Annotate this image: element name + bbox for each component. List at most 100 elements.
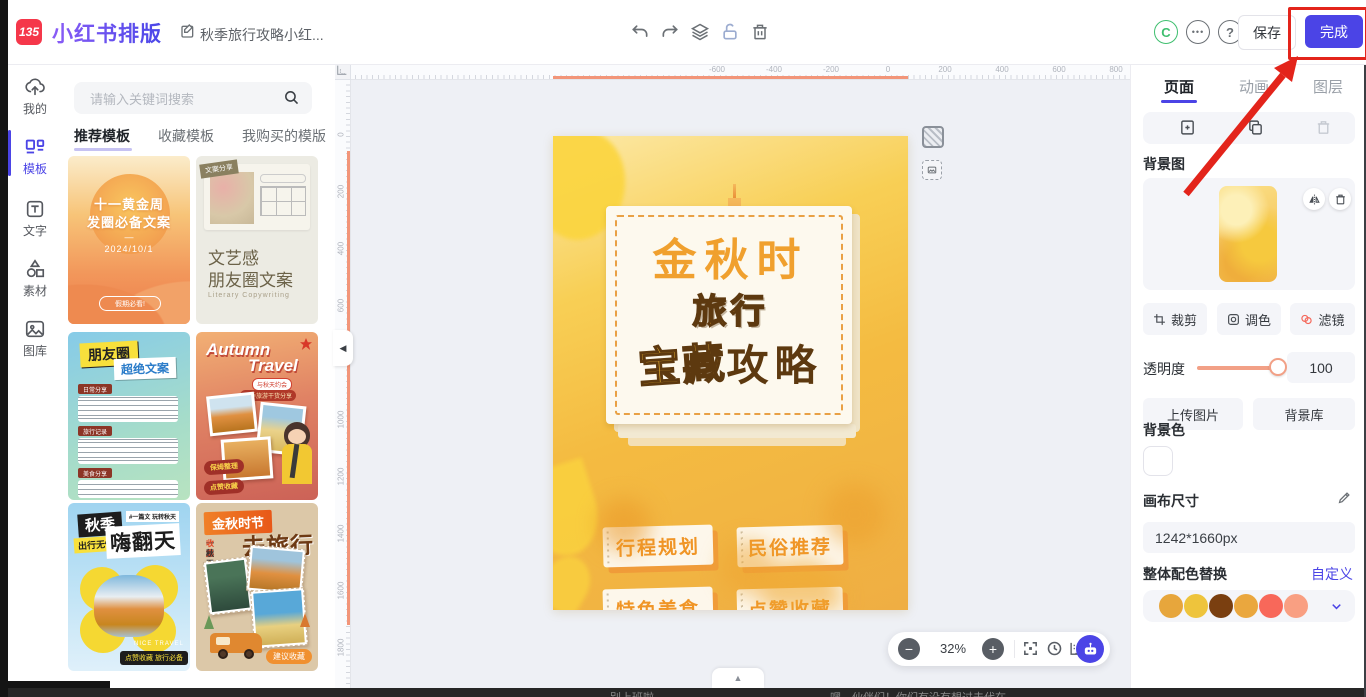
- template-icon: [24, 136, 46, 158]
- text-icon: [24, 198, 46, 220]
- palette-swatch[interactable]: [1234, 594, 1258, 618]
- palette-swatch[interactable]: [1184, 594, 1208, 618]
- crop-icon: [1153, 313, 1166, 326]
- poster-tag: 点赞收藏: [736, 587, 843, 610]
- delete-icon[interactable]: [750, 22, 770, 42]
- background-thumbnail[interactable]: [1219, 186, 1277, 282]
- ginkgo-leaf-graphic: [553, 457, 609, 564]
- sidebar-item-assets[interactable]: 素材: [8, 258, 62, 299]
- chevron-down-icon[interactable]: [1329, 599, 1344, 614]
- poster-title-line2: 旅行: [553, 284, 908, 333]
- poster-tag: 行程规划: [602, 525, 713, 568]
- template-library-panel: 推荐模板 收藏模板 我购买的模版 十一黄金周 发圈必备文案 — 2024/10/…: [62, 64, 336, 688]
- tab-animation[interactable]: 动画: [1239, 76, 1269, 97]
- background-library-button[interactable]: 背景库: [1253, 398, 1355, 430]
- ruler-corner-icon[interactable]: [335, 64, 351, 80]
- template-card-friends-copy[interactable]: 朋友圈 超绝文案 日常分享 旅行记录 美食分享: [68, 332, 190, 500]
- search-input[interactable]: [88, 82, 282, 116]
- ai-assistant-button[interactable]: [1076, 635, 1104, 663]
- template-card-autumn-travel[interactable]: Autumn Travel 与秋天约会 秋季旅游干货分享 保姆整理 点赞收藏: [196, 332, 318, 500]
- search-box[interactable]: [74, 82, 312, 114]
- sidebar-item-gallery[interactable]: 图库: [8, 318, 62, 359]
- background-image-panel: [1143, 178, 1355, 290]
- shapes-icon: [24, 258, 46, 280]
- jeep-illustration: [210, 633, 262, 653]
- document-title[interactable]: 秋季旅行攻略小红...: [200, 25, 324, 45]
- app-logo[interactable]: 135: [16, 19, 42, 45]
- filter-icon: [1300, 313, 1313, 326]
- canvas-area[interactable]: -600 -400 -200 0 200 400 600 800 1000 12…: [335, 64, 1130, 688]
- layers-icon[interactable]: [690, 22, 710, 42]
- crop-button[interactable]: 裁剪: [1143, 303, 1207, 335]
- template-card-go-travel[interactable]: 金秋时节 去旅行 一起收集秋天记忆 建议收藏: [196, 503, 318, 671]
- palette-swatch[interactable]: [1209, 594, 1233, 618]
- active-tab-underline: [1161, 100, 1197, 103]
- duplicate-page-icon[interactable]: [1247, 119, 1265, 137]
- palette-bar[interactable]: [1143, 590, 1355, 622]
- history-icon[interactable]: [1046, 640, 1063, 657]
- tab-layers[interactable]: 图层: [1313, 76, 1343, 97]
- canvas-size-label: 画布尺寸: [1143, 491, 1199, 511]
- pattern-fill-icon[interactable]: [922, 126, 944, 148]
- poster-tag: 民俗推荐: [736, 525, 843, 568]
- redo-icon[interactable]: [660, 22, 680, 42]
- tab-favorite-templates[interactable]: 收藏模板: [158, 126, 214, 146]
- template-card-literary[interactable]: 文案分享 文艺感 朋友圈文案 Literary Copywriting: [196, 156, 318, 324]
- tab-page[interactable]: 页面: [1164, 76, 1194, 97]
- poster-page[interactable]: 金秋时 旅行 宝藏攻略 行程规划 民俗推荐 特色美食 点赞收藏: [553, 136, 908, 610]
- top-bar: 135 小红书排版 秋季旅行攻略小红... C ••• ? 保存 完成: [8, 0, 1366, 65]
- highlight-rectangle: [1288, 7, 1366, 60]
- text-block: [78, 438, 178, 464]
- palette-swatch[interactable]: [1284, 594, 1308, 618]
- collapse-panel-button[interactable]: ◀: [333, 330, 353, 366]
- horizontal-ruler: -600 -400 -200 0 200 400 600 800 1000 12…: [335, 64, 1130, 80]
- delete-page-icon[interactable]: [1315, 119, 1333, 137]
- select-image-icon[interactable]: [922, 160, 942, 180]
- edit-doc-title-icon[interactable]: [180, 23, 196, 39]
- poster-title-line3: 宝藏攻略: [553, 332, 908, 393]
- tab-purchased-templates[interactable]: 我购买的模版: [242, 126, 326, 146]
- lock-icon[interactable]: [720, 22, 740, 42]
- sidebar-item-mine[interactable]: 我的: [8, 76, 62, 117]
- tree-graphic: [204, 615, 214, 629]
- zoom-level[interactable]: 32%: [928, 641, 978, 656]
- template-card-golden-week[interactable]: 十一黄金周 发圈必备文案 — 2024/10/1 假期必看!: [68, 156, 190, 324]
- opacity-value[interactable]: 100: [1287, 352, 1355, 383]
- sidebar-item-text[interactable]: 文字: [8, 198, 62, 239]
- background-color-label: 背景色: [1143, 420, 1185, 440]
- zoom-out-button[interactable]: −: [898, 638, 920, 660]
- flip-horizontal-icon[interactable]: [1303, 188, 1325, 210]
- search-icon[interactable]: [283, 89, 300, 106]
- opacity-slider[interactable]: [1197, 366, 1277, 370]
- edit-canvas-size-icon[interactable]: [1337, 490, 1352, 505]
- app-title: 小红书排版: [52, 18, 162, 48]
- remove-background-icon[interactable]: [1329, 188, 1351, 210]
- opacity-slider-knob[interactable]: [1269, 358, 1287, 376]
- adjust-color-button[interactable]: 调色: [1217, 303, 1281, 335]
- adjust-icon: [1227, 313, 1240, 326]
- add-page-icon[interactable]: [1179, 119, 1197, 137]
- copyright-icon[interactable]: C: [1154, 20, 1178, 44]
- custom-recolor-link[interactable]: 自定义: [1311, 564, 1353, 584]
- palette-swatch[interactable]: [1159, 594, 1183, 618]
- tab-recommended-templates[interactable]: 推荐模板: [74, 126, 130, 146]
- fit-screen-icon[interactable]: [1022, 640, 1039, 657]
- canvas-size-input[interactable]: 1242*1660px: [1143, 522, 1355, 553]
- poster-tag: 特色美食: [602, 587, 713, 610]
- undo-icon[interactable]: [630, 22, 650, 42]
- zoom-toolbar: − 32% +: [888, 632, 1110, 666]
- cloud-upload-icon: [24, 76, 46, 98]
- background-color-swatch[interactable]: [1143, 446, 1173, 476]
- ruler-selection-highlight: [347, 151, 350, 625]
- photo-graphic: [210, 172, 254, 224]
- filter-button[interactable]: 滤镜: [1290, 303, 1355, 335]
- feedback-chat-icon[interactable]: •••: [1186, 20, 1210, 44]
- template-card-hi-fly[interactable]: #一篇文 玩转秋天 秋季 出行无忧 嗨翻天 NICE TRAVEL 点赞收藏 旅…: [68, 503, 190, 671]
- vertical-ruler: 0 200 400 600 1000 1200 1400 1600 1800: [335, 79, 351, 688]
- expand-bottom-panel-button[interactable]: ▲: [712, 668, 764, 688]
- text-block: [78, 396, 178, 422]
- zoom-in-button[interactable]: +: [982, 638, 1004, 660]
- background-image-label: 背景图: [1143, 154, 1185, 174]
- palette-swatch[interactable]: [1259, 594, 1283, 618]
- sidebar-item-templates[interactable]: 模板: [8, 136, 62, 177]
